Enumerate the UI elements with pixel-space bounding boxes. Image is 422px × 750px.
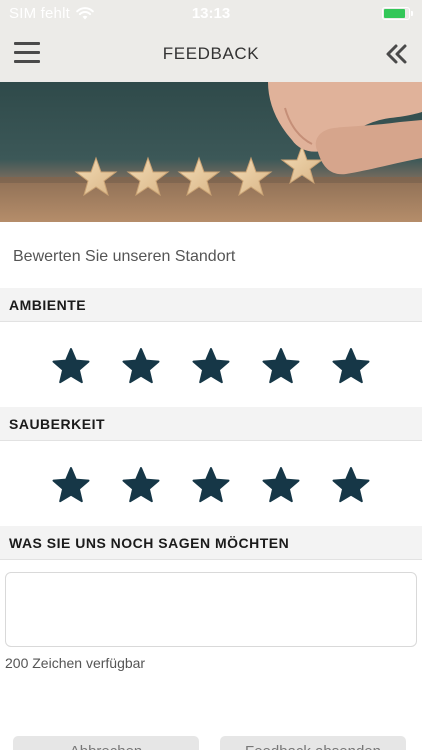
star-icon[interactable] xyxy=(331,346,371,386)
rating-ambiente xyxy=(0,344,422,392)
battery-level xyxy=(384,9,405,18)
star-icon[interactable] xyxy=(331,465,371,505)
char-count: 200 Zeichen verfügbar xyxy=(5,655,146,671)
nav-header: FEEDBACK xyxy=(0,28,422,82)
star-icon[interactable] xyxy=(121,465,161,505)
section-message-header: WAS SIE UNS NOCH SAGEN MÖCHTEN xyxy=(0,526,422,560)
status-bar: SIM fehlt 13:13 xyxy=(0,0,422,28)
battery-icon xyxy=(382,7,413,20)
status-time: 13:13 xyxy=(191,5,231,22)
section-sauberkeit-header: SAUBERKEIT xyxy=(0,407,422,441)
star-icon[interactable] xyxy=(191,346,231,386)
page-title: FEEDBACK xyxy=(162,44,260,63)
star-icon[interactable] xyxy=(121,346,161,386)
rating-sauberkeit xyxy=(0,463,422,511)
star-icon[interactable] xyxy=(261,465,301,505)
top-bar: SIM fehlt 13:13 FEEDBACK xyxy=(0,0,422,82)
cancel-button[interactable]: Abbrechen xyxy=(13,736,199,750)
double-chevron-left-icon[interactable] xyxy=(384,42,410,66)
star-icon[interactable] xyxy=(191,465,231,505)
message-textarea[interactable] xyxy=(5,572,417,647)
page-subtitle: Bewerten Sie unseren Standort xyxy=(13,248,236,265)
star-icon[interactable] xyxy=(261,346,301,386)
star-icon[interactable] xyxy=(51,465,91,505)
star-icon[interactable] xyxy=(51,346,91,386)
section-ambiente-header: AMBIENTE xyxy=(0,288,422,322)
submit-feedback-button[interactable]: Feedback absenden xyxy=(220,736,406,750)
hero-image xyxy=(0,82,422,222)
